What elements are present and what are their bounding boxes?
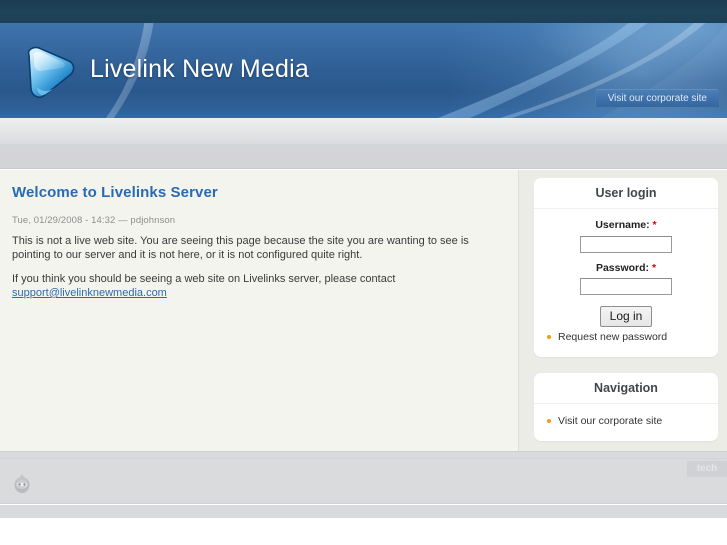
- footer-gap: [0, 451, 727, 458]
- page-root: Livelink New Media Visit our corporate s…: [0, 0, 727, 545]
- body-paragraph-2-text: If you think you should be seeing a web …: [12, 273, 396, 285]
- top-navy-strip: [0, 0, 727, 23]
- drupal-drop-icon[interactable]: [12, 472, 32, 494]
- site-footer: tech: [0, 458, 727, 504]
- blue-shield-logo-icon: [27, 46, 75, 98]
- user-login-block: User login Username: * Password: * Log i…: [534, 178, 718, 357]
- password-label-text: Password:: [595, 261, 650, 274]
- page-bottom-whitespace: [0, 518, 727, 545]
- body-paragraph-1: This is not a live web site. You are see…: [12, 235, 469, 261]
- navigation-block: Navigation Visit our corporate site: [534, 373, 718, 441]
- bullet-icon: [547, 335, 551, 339]
- username-required-marker: *: [652, 219, 657, 231]
- tech-badge: tech: [687, 461, 727, 477]
- user-login-form: Username: * Password: * Log in Request n…: [534, 209, 718, 357]
- primary-menu-bar: [0, 118, 727, 169]
- username-input[interactable]: [580, 235, 672, 253]
- sidebar-column: User login Username: * Password: * Log i…: [520, 170, 727, 451]
- site-title: Livelink New Media: [90, 55, 309, 83]
- username-label: Username: *: [546, 219, 706, 231]
- submitted-meta: Tue, 01/29/2008 - 14:32 — pdjohnson: [12, 215, 176, 226]
- list-item[interactable]: Visit our corporate site: [546, 414, 706, 428]
- password-required-marker: *: [651, 261, 657, 274]
- main-content-column: Welcome to Livelinks Server Tue, 01/29/2…: [0, 170, 519, 451]
- support-email-link[interactable]: support@livelinknewmedia.com: [12, 287, 167, 299]
- password-label: Password: *: [546, 262, 706, 274]
- menu-bar-sheen: [0, 118, 727, 144]
- navigation-block-title: Navigation: [534, 373, 718, 404]
- log-in-button[interactable]: Log in: [599, 306, 653, 327]
- request-new-password-link[interactable]: Request new password: [558, 331, 667, 343]
- navigation-block-body: Visit our corporate site: [534, 404, 718, 441]
- password-input[interactable]: [580, 278, 672, 295]
- login-button-row: Log in: [546, 306, 706, 327]
- user-login-block-title: User login: [534, 178, 718, 209]
- body-wrapper: Welcome to Livelinks Server Tue, 01/29/2…: [0, 170, 727, 451]
- site-header: Livelink New Media Visit our corporate s…: [0, 23, 727, 118]
- body-paragraph-2: If you think you should be seeing a web …: [12, 272, 502, 300]
- footer-bottom-bar: [0, 505, 727, 518]
- username-label-text: Username:: [595, 219, 650, 231]
- login-links-list: Request new password: [546, 330, 706, 344]
- navigation-visit-corporate-site-link[interactable]: Visit our corporate site: [558, 415, 662, 427]
- bullet-icon: [547, 419, 551, 423]
- visit-corporate-site-button[interactable]: Visit our corporate site: [594, 89, 719, 107]
- username-form-item: Username: *: [546, 219, 706, 253]
- navigation-links-list: Visit our corporate site: [546, 414, 706, 428]
- page-title: Welcome to Livelinks Server: [12, 184, 218, 201]
- list-item[interactable]: Request new password: [546, 330, 706, 344]
- password-form-item: Password: *: [546, 262, 706, 295]
